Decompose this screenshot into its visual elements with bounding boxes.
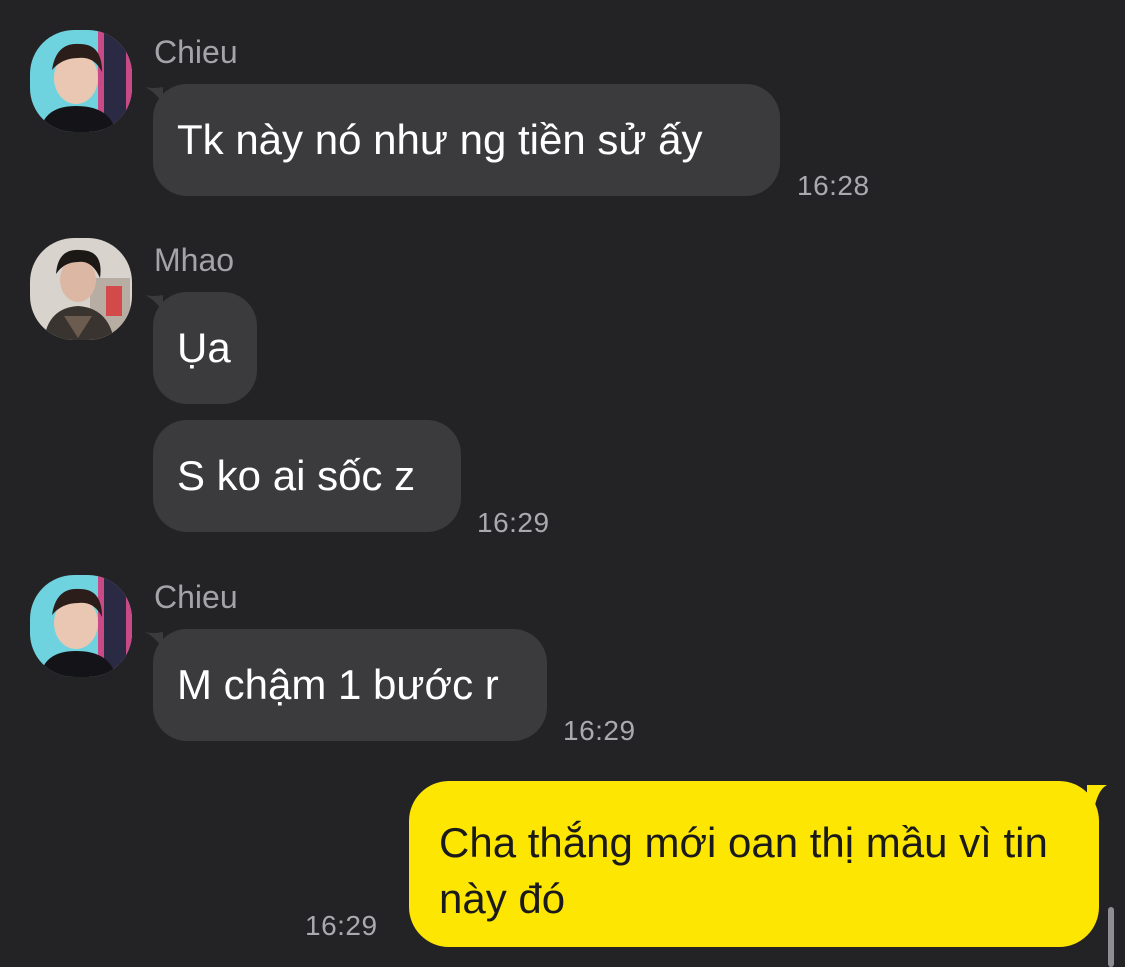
sender-name: Mhao: [154, 242, 235, 278]
message-time: 16:28: [797, 170, 870, 201]
message-time: 16:29: [563, 715, 636, 746]
bubble-tail: [1087, 785, 1107, 805]
avatar-chieu-image: [30, 30, 132, 132]
avatar-chieu-image: [30, 575, 132, 677]
message-bubble[interactable]: M chậm 1 bước r: [153, 629, 547, 741]
message-bubble[interactable]: Ụa: [153, 292, 257, 404]
sender-name: Chieu: [154, 579, 238, 615]
message-bubble[interactable]: S ko ai sốc z: [153, 420, 461, 532]
sender-name: Chieu: [154, 34, 238, 70]
scrollbar[interactable]: [1108, 907, 1114, 967]
avatar-mhao-image: [30, 238, 132, 340]
avatar-mhao[interactable]: [30, 238, 132, 340]
outgoing-message-bubble[interactable]: Cha thắng mới oan thị mầu vì tin này đó: [409, 781, 1099, 947]
message-bubble[interactable]: Tk này nó như ng tiền sử ấy: [153, 84, 780, 196]
avatar-chieu[interactable]: [30, 575, 132, 677]
avatar-chieu[interactable]: [30, 30, 132, 132]
chat-window: Chieu Tk này nó như ng tiền sử ấy 16:28 …: [0, 0, 1125, 967]
message-time: 16:29: [477, 507, 550, 538]
message-time: 16:29: [305, 910, 378, 941]
